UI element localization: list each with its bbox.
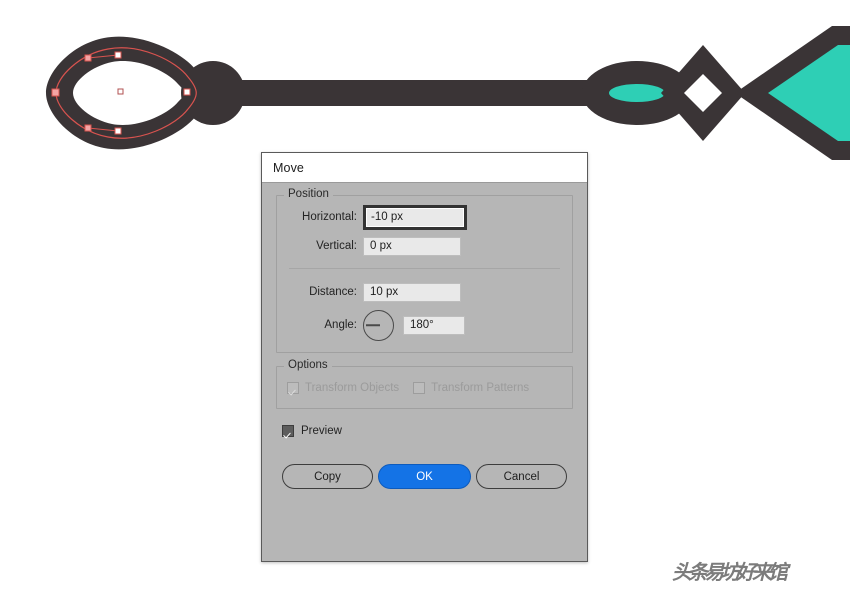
angle-field-row: Angle: 180° <box>287 308 562 342</box>
dialog-titlebar[interactable]: Move <box>262 153 587 183</box>
options-group: Options Transform Objects Transform Patt… <box>276 359 573 409</box>
transform-patterns-label: Transform Patterns <box>431 382 530 394</box>
transform-objects-label: Transform Objects <box>305 382 400 394</box>
horizontal-field-row: Horizontal: -10 px <box>287 204 562 230</box>
move-dialog[interactable]: Move Position Horizontal: -10 px Vertica… <box>261 152 588 562</box>
ok-button[interactable]: OK <box>378 464 471 489</box>
transform-patterns-box-icon <box>413 382 426 394</box>
distance-label: Distance: <box>309 286 357 298</box>
dialog-body: Position Horizontal: -10 px Vertical: 0 … <box>262 183 587 489</box>
angle-dial[interactable] <box>363 309 394 341</box>
distance-field-row: Distance: 10 px <box>287 279 562 305</box>
dialog-button-bar: Copy OK Cancel <box>276 464 573 489</box>
horizontal-label: Horizontal: <box>302 211 357 223</box>
angle-input[interactable]: 180° <box>403 315 465 335</box>
dialog-title: Move <box>273 160 304 175</box>
transform-objects-checkbox: Transform Objects <box>287 382 399 394</box>
preview-label: Preview <box>301 425 342 437</box>
preview-checkmark-icon[interactable] <box>282 425 294 437</box>
angle-dial-needle <box>366 324 380 326</box>
angle-label: Angle: <box>324 319 357 331</box>
watermark-text: 头条易坊好来馆 <box>672 560 788 584</box>
options-group-legend: Options <box>284 359 332 371</box>
vertical-input[interactable]: 0 px <box>363 236 461 256</box>
distance-input[interactable]: 10 px <box>363 282 461 302</box>
copy-button[interactable]: Copy <box>282 464 373 489</box>
transform-origin-marker[interactable] <box>117 88 124 95</box>
artwork-dark-shapes <box>46 26 850 160</box>
vertical-label: Vertical: <box>316 240 357 252</box>
vertical-field-row: Vertical: 0 px <box>287 233 562 259</box>
transform-objects-checkmark-icon <box>287 382 299 394</box>
position-group-legend: Position <box>284 188 333 200</box>
cancel-button[interactable]: Cancel <box>476 464 567 489</box>
position-group: Position Horizontal: -10 px Vertical: 0 … <box>276 188 573 353</box>
horizontal-input[interactable]: -10 px <box>363 204 467 230</box>
transform-patterns-checkbox: Transform Patterns <box>413 382 529 394</box>
preview-checkbox[interactable]: Preview <box>282 422 573 440</box>
options-checkbox-row: Transform Objects Transform Patterns <box>287 379 562 397</box>
position-divider <box>289 268 560 269</box>
